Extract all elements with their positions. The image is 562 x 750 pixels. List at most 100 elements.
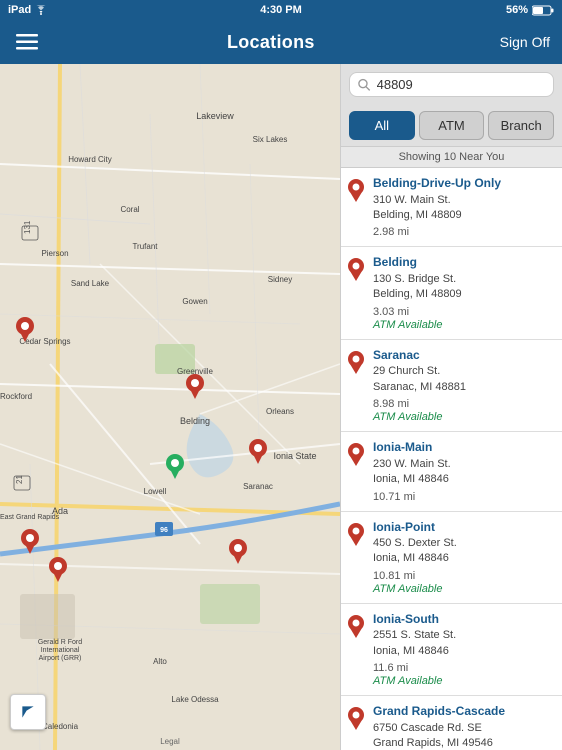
- list-item[interactable]: Ionia-Main 230 W. Main St.Ionia, MI 4884…: [341, 432, 562, 511]
- location-arrow-icon: [19, 703, 37, 721]
- location-address: 230 W. Main St.Ionia, MI 48846: [373, 457, 554, 488]
- right-panel: All ATM Branch Showing 10 Near You Beldi…: [340, 64, 562, 750]
- location-details: Belding-Drive-Up Only 310 W. Main St.Bel…: [373, 176, 554, 238]
- filter-row: All ATM Branch: [341, 105, 562, 147]
- pin-icon: [347, 257, 367, 330]
- location-distance: 10.81 mi: [373, 570, 554, 582]
- main-content: 131 21 96 Lakeview Six Lakes Howard City…: [0, 64, 562, 750]
- map-svg: 131 21 96 Lakeview Six Lakes Howard City…: [0, 64, 340, 750]
- search-icon: [358, 78, 371, 92]
- pin-icon: [347, 178, 367, 238]
- location-address: 310 W. Main St.Belding, MI 48809: [373, 193, 554, 224]
- location-address: 130 S. Bridge St.Belding, MI 48809: [373, 272, 554, 303]
- pin-icon: [347, 522, 367, 595]
- list-item[interactable]: Ionia-South 2551 S. State St.Ionia, MI 4…: [341, 604, 562, 696]
- svg-text:Gowen: Gowen: [182, 297, 207, 306]
- filter-all-button[interactable]: All: [349, 111, 415, 140]
- svg-text:Cedar Springs: Cedar Springs: [19, 337, 70, 346]
- svg-text:Caledonia: Caledonia: [42, 722, 79, 731]
- location-distance: 3.03 mi: [373, 306, 554, 318]
- locations-list[interactable]: Belding-Drive-Up Only 310 W. Main St.Bel…: [341, 168, 562, 750]
- list-item[interactable]: Ionia-Point 450 S. Dexter St.Ionia, MI 4…: [341, 512, 562, 604]
- battery-label: 56%: [506, 4, 528, 16]
- status-right: 56%: [506, 4, 554, 16]
- location-details: Ionia-Main 230 W. Main St.Ionia, MI 4884…: [373, 440, 554, 502]
- pin-icon: [347, 614, 367, 687]
- location-button[interactable]: [10, 694, 46, 730]
- search-input-wrap: [349, 72, 554, 97]
- svg-text:Orleans: Orleans: [266, 407, 294, 416]
- filter-atm-button[interactable]: ATM: [419, 111, 485, 140]
- svg-text:Lowell: Lowell: [144, 487, 167, 496]
- showing-label: Showing 10 Near You: [341, 147, 562, 168]
- location-details: Belding 130 S. Bridge St.Belding, MI 488…: [373, 255, 554, 330]
- list-item[interactable]: Belding-Drive-Up Only 310 W. Main St.Bel…: [341, 168, 562, 247]
- location-atm: ATM Available: [373, 583, 554, 595]
- location-atm: ATM Available: [373, 319, 554, 331]
- nav-bar: Locations Sign Off: [0, 20, 562, 64]
- wifi-icon: [35, 5, 47, 15]
- map-area[interactable]: 131 21 96 Lakeview Six Lakes Howard City…: [0, 64, 340, 750]
- location-details: Ionia-Point 450 S. Dexter St.Ionia, MI 4…: [373, 520, 554, 595]
- filter-branch-button[interactable]: Branch: [488, 111, 554, 140]
- location-address: 29 Church St.Saranac, MI 48881: [373, 364, 554, 395]
- location-name: Ionia-Point: [373, 520, 554, 536]
- svg-text:Saranac: Saranac: [243, 482, 273, 491]
- svg-text:East Grand Rapids: East Grand Rapids: [0, 514, 60, 521]
- svg-text:Trufant: Trufant: [132, 242, 158, 251]
- menu-icon: [16, 34, 38, 50]
- location-name: Ionia-South: [373, 612, 554, 628]
- location-address: 450 S. Dexter St.Ionia, MI 48846: [373, 536, 554, 567]
- svg-text:Sidney: Sidney: [268, 275, 292, 284]
- svg-text:Lakeview: Lakeview: [196, 111, 234, 121]
- svg-text:Belding: Belding: [180, 416, 210, 426]
- svg-text:96: 96: [160, 527, 168, 534]
- svg-text:Coral: Coral: [120, 205, 139, 214]
- location-name: Belding: [373, 255, 554, 271]
- search-box: [341, 64, 562, 105]
- location-name: Saranac: [373, 348, 554, 364]
- status-time: 4:30 PM: [260, 4, 302, 16]
- sign-off-button[interactable]: Sign Off: [500, 34, 550, 50]
- location-name: Belding-Drive-Up Only: [373, 176, 554, 192]
- location-address: 2551 S. State St.Ionia, MI 48846: [373, 628, 554, 659]
- pin-icon: [347, 350, 367, 423]
- location-address: 6750 Cascade Rd. SEGrand Rapids, MI 4954…: [373, 721, 554, 750]
- location-distance: 11.6 mi: [373, 662, 554, 674]
- list-item[interactable]: Saranac 29 Church St.Saranac, MI 48881 8…: [341, 340, 562, 432]
- svg-text:Airport (GRR): Airport (GRR): [39, 655, 82, 662]
- list-item[interactable]: Grand Rapids-Cascade 6750 Cascade Rd. SE…: [341, 696, 562, 750]
- location-details: Saranac 29 Church St.Saranac, MI 48881 8…: [373, 348, 554, 423]
- location-details: Ionia-South 2551 S. State St.Ionia, MI 4…: [373, 612, 554, 687]
- location-distance: 2.98 mi: [373, 226, 554, 238]
- svg-text:Sand Lake: Sand Lake: [71, 279, 110, 288]
- battery-icon: [532, 5, 554, 16]
- svg-text:Ionia State: Ionia State: [273, 451, 316, 461]
- location-atm: ATM Available: [373, 675, 554, 687]
- status-bar: iPad 4:30 PM 56%: [0, 0, 562, 20]
- location-name: Ionia-Main: [373, 440, 554, 456]
- pin-icon: [347, 706, 367, 750]
- svg-text:Alto: Alto: [153, 657, 167, 666]
- svg-text:Six Lakes: Six Lakes: [253, 135, 288, 144]
- svg-text:Rockford: Rockford: [0, 392, 32, 401]
- status-left: iPad: [8, 4, 47, 16]
- svg-text:Lake Odessa: Lake Odessa: [171, 695, 219, 704]
- svg-text:Pierson: Pierson: [41, 249, 68, 258]
- pin-icon: [347, 442, 367, 502]
- list-item[interactable]: Belding 130 S. Bridge St.Belding, MI 488…: [341, 247, 562, 339]
- svg-text:Gerald R Ford: Gerald R Ford: [38, 639, 82, 646]
- location-details: Grand Rapids-Cascade 6750 Cascade Rd. SE…: [373, 704, 554, 750]
- location-distance: 8.98 mi: [373, 398, 554, 410]
- svg-text:Howard City: Howard City: [68, 155, 112, 164]
- svg-text:131: 131: [23, 220, 32, 234]
- location-atm: ATM Available: [373, 411, 554, 423]
- menu-button[interactable]: [12, 27, 42, 57]
- svg-text:International: International: [41, 647, 80, 654]
- legal-text: Legal: [160, 737, 180, 746]
- location-name: Grand Rapids-Cascade: [373, 704, 554, 720]
- carrier-label: iPad: [8, 4, 31, 16]
- location-distance: 10.71 mi: [373, 491, 554, 503]
- page-title: Locations: [227, 32, 315, 53]
- search-input[interactable]: [377, 77, 545, 92]
